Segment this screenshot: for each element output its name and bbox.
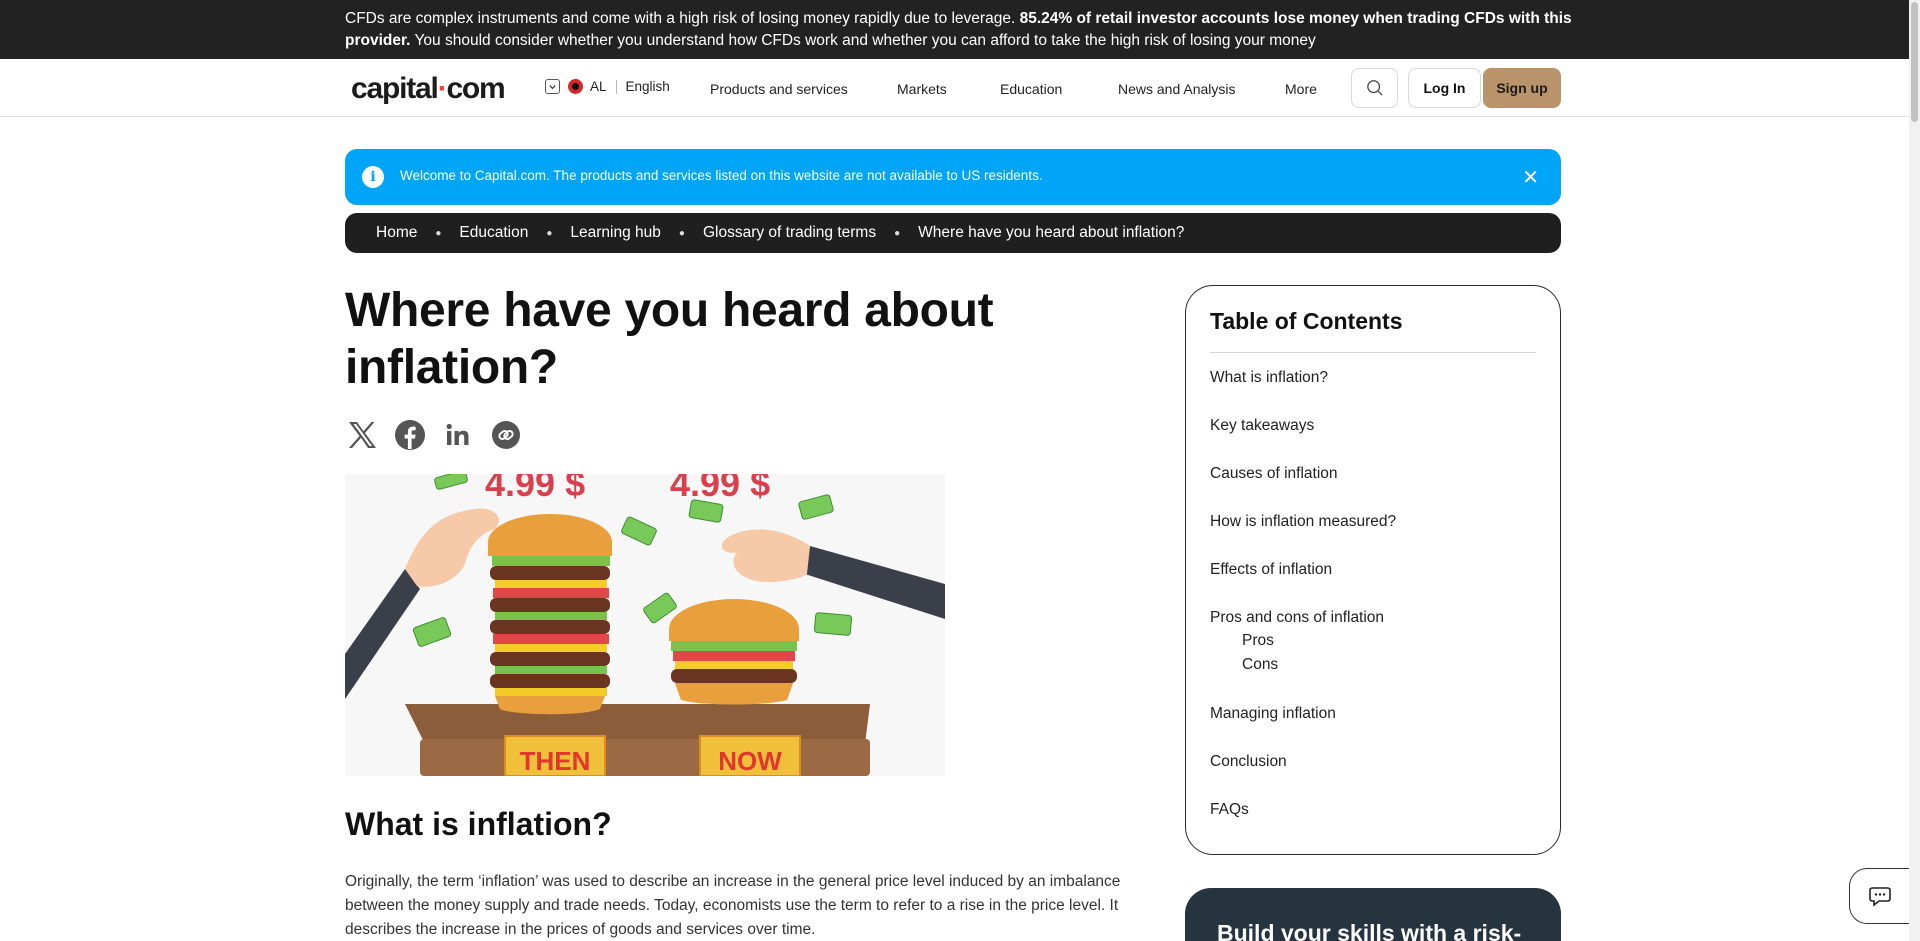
share-bar [345, 418, 523, 452]
toc-link-conclusion[interactable]: Conclusion [1210, 749, 1536, 797]
toc-link-causes-of-inflation[interactable]: Causes of inflation [1210, 461, 1536, 509]
breadcrumb-current-page: Where have you heard about inflation? [918, 224, 1185, 241]
risk-warning-text: CFDs are complex instruments and come wi… [345, 8, 1575, 52]
table-of-contents: Table of Contents What is inflation? Key… [1185, 285, 1561, 855]
breadcrumb-separator: ● [678, 227, 685, 239]
sign-now: NOW [718, 746, 782, 776]
breadcrumb-separator: ● [435, 227, 442, 239]
toc-title: Table of Contents [1210, 308, 1536, 353]
scrollbar-thumb[interactable] [1911, 2, 1918, 122]
facebook-icon[interactable] [393, 418, 427, 452]
price-now: 4.99 $ [670, 474, 770, 504]
toc-link-pros-and-cons[interactable]: Pros and cons of inflation [1210, 605, 1536, 629]
demo-account-promo-card: Build your skills with a risk- [1185, 888, 1561, 941]
site-header: capital·com AL English Products and serv… [0, 59, 1909, 117]
risk-warning-banner: CFDs are complex instruments and come wi… [0, 0, 1909, 59]
promo-title: Build your skills with a risk- [1217, 920, 1522, 941]
albania-flag-icon [568, 79, 583, 94]
search-icon [1366, 80, 1383, 96]
alert-message: Welcome to Capital.com. The products and… [400, 168, 1043, 183]
chevron-down-icon [545, 79, 560, 94]
toc-link-managing-inflation[interactable]: Managing inflation [1210, 701, 1536, 749]
chat-support-button[interactable] [1849, 868, 1909, 924]
section-heading-what-is-inflation: What is inflation? [345, 806, 612, 842]
article-paragraph: Originally, the term ‘inflation’ was use… [345, 873, 1121, 938]
toc-link-what-is-inflation[interactable]: What is inflation? [1210, 365, 1536, 413]
sign-up-button[interactable]: Sign up [1483, 68, 1561, 108]
breadcrumb-home[interactable]: Home [376, 224, 417, 242]
nav-products-and-services[interactable]: Products and services [710, 81, 848, 97]
sign-then: THEN [520, 746, 591, 776]
breadcrumb-separator: ● [894, 227, 901, 239]
toc-link-how-is-inflation-measured[interactable]: How is inflation measured? [1210, 509, 1536, 557]
nav-education[interactable]: Education [1000, 81, 1062, 97]
toc-link-pros[interactable]: Pros [1210, 629, 1536, 653]
logo-text-capital: capital [351, 72, 439, 105]
breadcrumb-separator: ● [546, 227, 553, 239]
toc-link-effects-of-inflation[interactable]: Effects of inflation [1210, 557, 1536, 605]
locale-divider [615, 79, 617, 94]
toc-link-cons[interactable]: Cons [1210, 653, 1536, 677]
chat-icon [1868, 887, 1891, 907]
price-then: 4.99 $ [485, 474, 585, 504]
nav-markets[interactable]: Markets [897, 81, 947, 97]
page-title: Where have you heard about inflation? [345, 284, 994, 394]
close-icon[interactable]: ✕ [1522, 165, 1539, 190]
inflation-burger-illustration: 4.99 $ 4.99 $ THEN NOW [345, 474, 945, 776]
linkedin-icon[interactable] [441, 418, 475, 452]
capital-com-logo[interactable]: capital·com [351, 72, 506, 106]
breadcrumb-education[interactable]: Education [459, 224, 528, 242]
breadcrumb-glossary[interactable]: Glossary of trading terms [703, 224, 876, 242]
page-scrollbar[interactable] [1909, 0, 1920, 941]
log-in-button[interactable]: Log In [1408, 68, 1481, 108]
region-code: AL [590, 79, 607, 94]
locale-selector[interactable]: AL English [545, 79, 670, 94]
nav-news-and-analysis[interactable]: News and Analysis [1118, 81, 1236, 97]
breadcrumb: Home ● Education ● Learning hub ● Glossa… [345, 213, 1561, 253]
x-icon[interactable] [345, 418, 379, 452]
info-icon: i [362, 166, 384, 188]
search-button[interactable] [1351, 68, 1398, 108]
language-label: English [625, 79, 670, 94]
breadcrumb-learning-hub[interactable]: Learning hub [570, 224, 661, 242]
toc-link-key-takeaways[interactable]: Key takeaways [1210, 413, 1536, 461]
risk-text-start: CFDs are complex instruments and come wi… [345, 10, 1016, 27]
copy-link-icon[interactable] [489, 418, 523, 452]
us-residents-alert: i Welcome to Capital.com. The products a… [345, 149, 1561, 205]
toc-link-faqs[interactable]: FAQs [1210, 797, 1536, 845]
risk-text-end: You should consider whether you understa… [414, 32, 1316, 49]
nav-more[interactable]: More [1285, 81, 1317, 97]
logo-text-com: com [446, 72, 505, 105]
